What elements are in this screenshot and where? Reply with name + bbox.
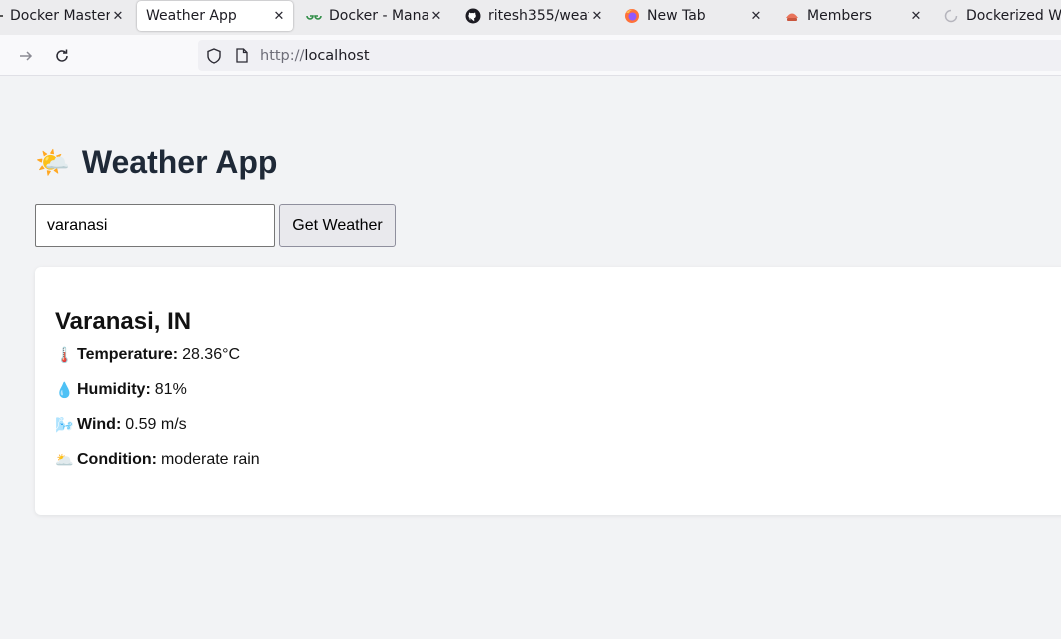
shield-icon[interactable] — [206, 47, 222, 64]
loading-icon — [943, 8, 959, 24]
address-bar[interactable]: http://localhost — [198, 40, 1061, 71]
cloud-sun-icon: 🌥️ — [55, 451, 74, 469]
close-icon[interactable]: ✕ — [271, 9, 287, 24]
temperature-row: 🌡️ Temperature: 28.36°C — [55, 344, 240, 366]
tab-docker-manage[interactable]: Docker - Manag ✕ — [306, 0, 444, 32]
wind-value: 0.59 m/s — [125, 416, 187, 433]
city-name: Varanasi, IN — [55, 308, 192, 335]
tab-title: New Tab — [647, 8, 706, 24]
tab-strip: Docker Mastery ✕ Weather App ✕ Docker - … — [0, 0, 1061, 35]
docker-tab-icon — [0, 8, 6, 24]
temperature-value: 28.36°C — [182, 346, 241, 363]
wind-icon: 🌬️ — [55, 416, 74, 434]
close-icon[interactable]: ✕ — [110, 9, 126, 24]
page-icon[interactable] — [234, 48, 250, 64]
wind-label: Wind: — [77, 416, 122, 433]
page-title: 🌤️ Weather App — [35, 144, 277, 181]
geeksforgeeks-icon — [306, 8, 322, 24]
wind-row: 🌬️ Wind: 0.59 m/s — [55, 414, 187, 436]
tab-title: Weather App — [146, 8, 237, 24]
tab-title: Docker Mastery — [10, 8, 110, 24]
city-input[interactable] — [35, 204, 275, 247]
reload-icon — [56, 49, 68, 62]
condition-label: Condition: — [77, 451, 157, 468]
close-icon[interactable]: ✕ — [908, 9, 924, 24]
navigation-bar: http://localhost — [0, 35, 1061, 76]
tab-docker-mastery[interactable]: Docker Mastery ✕ — [0, 0, 126, 32]
tab-new-tab[interactable]: New Tab ✕ — [624, 0, 764, 32]
close-icon[interactable]: ✕ — [589, 9, 605, 24]
condition-value: moderate rain — [160, 451, 260, 468]
droplet-icon: 💧 — [55, 381, 74, 399]
humidity-value: 81% — [154, 381, 187, 398]
thermometer-icon: 🌡️ — [55, 346, 74, 364]
firefox-icon — [624, 8, 640, 24]
tab-github-repo[interactable]: ritesh355/weat ✕ — [465, 0, 605, 32]
tab-title: Docker - Manag — [329, 8, 428, 24]
url-text[interactable]: http://localhost — [260, 48, 370, 64]
tab-title: Dockerized We — [966, 8, 1061, 24]
close-icon[interactable]: ✕ — [748, 9, 764, 24]
get-weather-button[interactable]: Get Weather — [279, 204, 396, 247]
tab-weather-app[interactable]: Weather App ✕ — [137, 1, 293, 31]
close-icon[interactable]: ✕ — [428, 9, 444, 24]
page-content: 🌤️ Weather App Get Weather Varanasi, IN … — [0, 76, 1061, 639]
humidity-label: Humidity: — [77, 381, 151, 398]
tab-title: ritesh355/weat — [488, 8, 589, 24]
reload-button[interactable] — [48, 42, 76, 70]
humidity-row: 💧 Humidity: 81% — [55, 379, 187, 401]
weather-result-card: Varanasi, IN 🌡️ Temperature: 28.36°C 💧 H… — [35, 267, 1061, 515]
temperature-label: Temperature: — [77, 346, 179, 363]
tab-title: Members — [807, 8, 872, 24]
page-title-text: Weather App — [81, 144, 278, 180]
sun-cloud-icon: 🌤️ — [35, 146, 70, 179]
condition-row: 🌥️ Condition: moderate rain — [55, 449, 260, 471]
arrow-right-icon — [20, 51, 33, 61]
github-icon — [465, 8, 481, 24]
members-icon — [784, 8, 800, 24]
forward-button[interactable] — [12, 42, 40, 70]
tab-dockerized-weather[interactable]: Dockerized We — [943, 0, 1061, 32]
tab-members[interactable]: Members ✕ — [784, 0, 924, 32]
